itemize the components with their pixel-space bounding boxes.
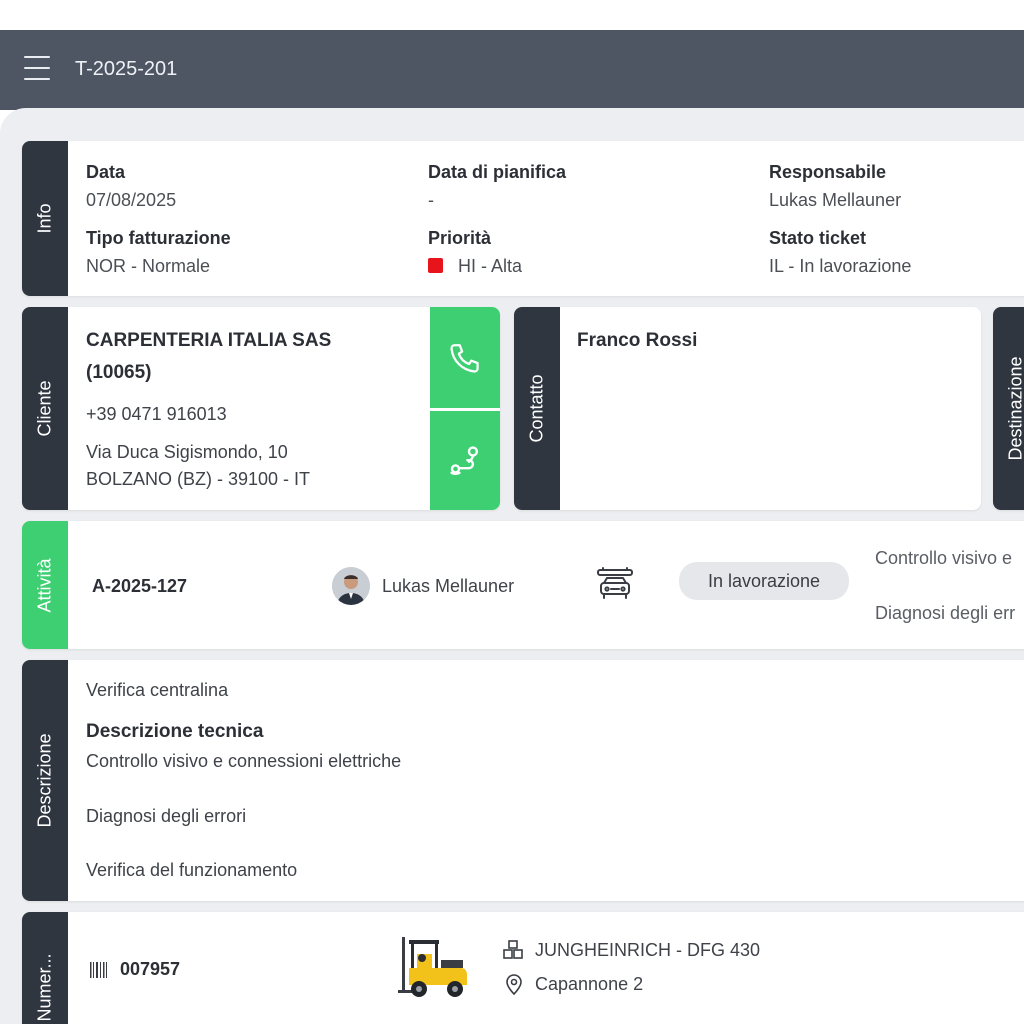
responsabile-label: Responsabile	[769, 162, 887, 182]
attivita-notes-line2: Diagnosi degli err	[875, 603, 1016, 623]
status-badge: In lavorazione	[679, 562, 849, 600]
cliente-card: Cliente CARPENTERIA ITALIA SAS (10065) +…	[22, 307, 500, 510]
cliente-name: CARPENTERIA ITALIA SAS	[86, 330, 332, 351]
ticket-content: Info Data 07/08/2025 Data di pianifica -…	[0, 108, 1024, 1024]
descrizione-side-tab: Descrizione	[22, 660, 68, 901]
assignee-avatar	[332, 567, 370, 605]
destinazione-section-label: Destinazione	[1005, 356, 1024, 461]
descrizione-card: Descrizione Verifica centralina Descrizi…	[22, 660, 1024, 901]
tech-line-3: Verifica del funzionamento	[86, 860, 298, 880]
data-label: Data	[86, 162, 126, 182]
attivita-notes-line1: Controllo visivo e	[875, 548, 1013, 568]
info-card: Info Data 07/08/2025 Data di pianifica -…	[22, 141, 1024, 296]
ticket-title: T-2025-201	[75, 58, 178, 80]
matricola-side-tab: Numer...	[22, 912, 68, 1024]
pianifica-value: -	[428, 190, 434, 210]
attivita-section-label: Attività	[34, 557, 55, 613]
asset-model: JUNGHEINRICH - DFG 430	[535, 940, 761, 960]
contatto-side-tab: Contatto	[514, 307, 560, 510]
barcode-icon	[90, 962, 107, 978]
contatto-section-label: Contatto	[526, 374, 547, 443]
serial-number: 007957	[120, 959, 181, 979]
fatturazione-label: Tipo fatturazione	[86, 228, 231, 248]
descrizione-summary: Verifica centralina	[86, 680, 229, 700]
matricola-section-label: Numer...	[34, 952, 55, 1022]
pianifica-label: Data di pianifica	[428, 162, 567, 182]
contatto-name: Franco Rossi	[577, 330, 698, 351]
cliente-address-city: BOLZANO (BZ) - 39100 - IT	[86, 469, 311, 489]
attivita-code: A-2025-127	[92, 576, 188, 596]
route-button[interactable]	[430, 411, 500, 510]
assignee-name: Lukas Mellauner	[382, 576, 515, 596]
data-value: 07/08/2025	[86, 190, 177, 210]
attivita-side-tab: Attività	[22, 521, 68, 649]
tech-line-1: Controllo visivo e connessioni elettrich…	[86, 751, 402, 771]
hamburger-menu-icon[interactable]	[24, 56, 50, 80]
priorita-value: HI - Alta	[458, 256, 523, 276]
priority-indicator	[428, 258, 443, 273]
location-pin-icon	[506, 974, 522, 996]
app-bar: T-2025-201	[0, 30, 1024, 110]
call-button[interactable]	[430, 307, 500, 408]
priorita-label: Priorità	[428, 228, 492, 248]
cliente-side-tab: Cliente	[22, 307, 68, 510]
cliente-section-label: Cliente	[34, 380, 55, 437]
descrizione-section-label: Descrizione	[34, 733, 55, 828]
stato-value: IL - In lavorazione	[769, 256, 912, 276]
phone-icon	[450, 343, 479, 373]
cliente-address-street: Via Duca Sigismondo, 10	[86, 442, 288, 462]
info-side-tab: Info	[22, 141, 68, 296]
asset-location: Capannone 2	[535, 974, 644, 994]
contatto-card: Contatto Franco Rossi	[514, 307, 981, 510]
cliente-code: (10065)	[86, 362, 152, 383]
destinazione-side-tab: Destinazione	[993, 307, 1024, 510]
cliente-phone: +39 0471 916013	[86, 404, 227, 424]
responsabile-value: Lukas Mellauner	[769, 190, 902, 210]
tech-description-title: Descrizione tecnica	[86, 721, 264, 742]
info-section-label: Info	[34, 203, 55, 234]
tech-line-2: Diagnosi degli errori	[86, 806, 247, 826]
route-icon	[450, 445, 479, 475]
forklift-image	[398, 937, 467, 997]
fatturazione-value: NOR - Normale	[86, 256, 211, 276]
vehicle-service-icon	[597, 567, 633, 599]
attivita-card[interactable]: Attività A-2025-127 Lukas Mellauner In l…	[22, 521, 1024, 649]
destinazione-card: Destinazione	[993, 307, 1024, 510]
stato-label: Stato ticket	[769, 228, 867, 248]
cubes-icon	[503, 940, 523, 959]
matricola-card[interactable]: Numer... 007957 JUNGHEINRICH - DFG 430 C…	[22, 912, 1024, 1024]
